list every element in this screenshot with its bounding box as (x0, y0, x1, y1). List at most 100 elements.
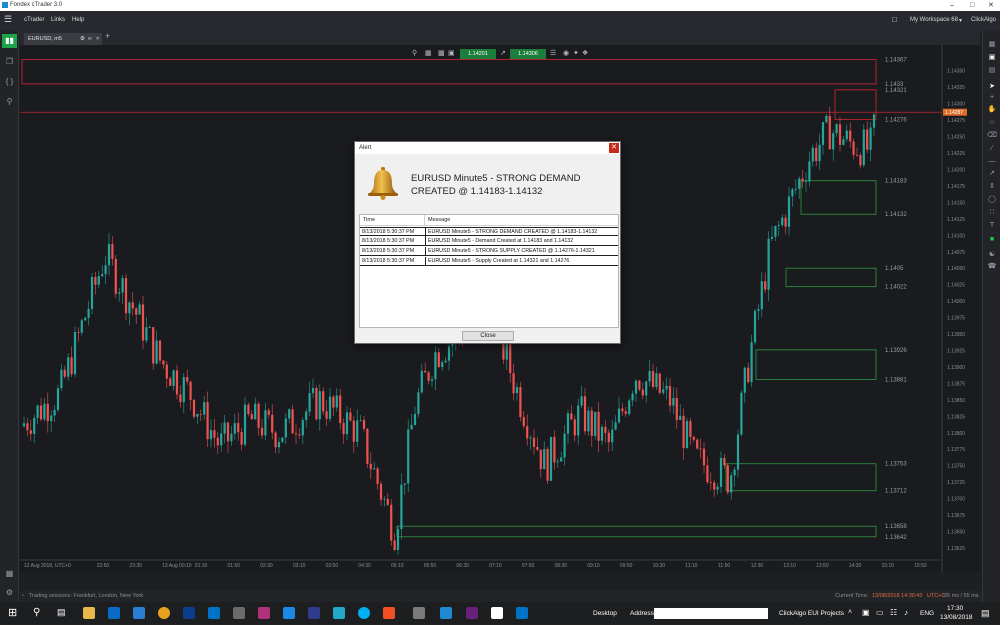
window-icon[interactable]: ▣ (986, 52, 998, 63)
app-icon-1[interactable] (233, 607, 245, 619)
table-row[interactable]: 8/13/2018 5:30:37 PM EURUSD Minute5 - ST… (360, 227, 618, 237)
camera-icon[interactable]: ◉ (563, 49, 569, 57)
chart-type-icon[interactable]: ▩ (438, 49, 445, 57)
maximize-icon[interactable]: □ (970, 0, 974, 11)
clock-date[interactable]: 13/08/2018 (940, 614, 973, 621)
crosshair-icon[interactable]: ❖ (582, 49, 588, 57)
chrome-icon[interactable] (158, 607, 170, 619)
new-tab-plus-icon[interactable]: + (105, 31, 110, 41)
fibonacci-tool-icon[interactable]: ∷ (986, 207, 998, 218)
app-icon-2[interactable] (258, 607, 270, 619)
menu-ctrader[interactable]: cTrader (24, 17, 44, 23)
tab-gear-icon[interactable]: ⚙ (80, 33, 85, 45)
app-icon-4[interactable] (383, 607, 395, 619)
line-tool-icon[interactable]: ∕ (986, 143, 998, 154)
settings-gear-icon[interactable]: ⚙ (2, 586, 17, 600)
teams-icon[interactable] (308, 607, 320, 619)
todo-icon[interactable] (283, 607, 295, 619)
app-icon-5[interactable] (413, 607, 425, 619)
windows-start-icon[interactable]: ⊞ (8, 606, 17, 619)
hamburger-icon[interactable]: ☰ (4, 14, 12, 25)
projects-toolbar[interactable]: ClickAlgo EUI Projects (779, 610, 844, 617)
menu-help[interactable]: Help (72, 17, 84, 23)
col-time-header[interactable]: Time (360, 215, 425, 226)
table-row[interactable]: 8/13/2018 5:30:37 PM EURUSD Minute5 - Su… (360, 257, 618, 266)
edge-icon[interactable] (108, 607, 120, 619)
address-input[interactable] (654, 608, 768, 619)
hline-tool-icon[interactable]: ― (986, 156, 998, 167)
ray-tool-icon[interactable]: ↗ (986, 168, 998, 179)
indicator-icon[interactable]: ▦ (425, 49, 432, 57)
crosshair-tool-icon[interactable]: + (986, 92, 998, 103)
user-name[interactable]: ClickAlgo (971, 17, 996, 23)
close-icon[interactable]: ✕ (988, 0, 994, 11)
zone-price-label: 1.14367 (885, 58, 907, 64)
text-tool-icon[interactable]: T (986, 220, 998, 231)
zoom-icon[interactable]: ⚲ (412, 49, 417, 57)
chat-icon[interactable]: □ (892, 15, 897, 24)
list-icon[interactable]: ☰ (550, 49, 556, 57)
wifi-icon[interactable]: ☷ (890, 608, 897, 617)
cursor-icon[interactable]: ➤ (986, 81, 998, 92)
outlook-icon[interactable] (208, 607, 220, 619)
copy-icon[interactable]: ❐ (2, 55, 17, 69)
word-icon[interactable] (133, 607, 145, 619)
task-view-icon[interactable]: ▤ (57, 607, 66, 618)
trade-icon[interactable]: ▮▮ (2, 34, 17, 48)
period-icon[interactable]: ▣ (448, 49, 455, 57)
minimize-icon[interactable]: – (950, 0, 954, 11)
alert-close-icon[interactable]: ✕ (609, 143, 619, 153)
search-icon[interactable]: ⚲ (33, 607, 40, 618)
photoshop-icon[interactable] (183, 607, 195, 619)
table-row[interactable]: 8/13/2018 5:30:37 PM EURUSD Minute5 - ST… (360, 247, 618, 256)
menu-links[interactable]: Links (51, 17, 65, 23)
network-icon[interactable]: ▣ (862, 608, 870, 617)
bolt-icon[interactable]: ✦ (573, 49, 579, 57)
notification-icon[interactable]: ▤ (981, 608, 990, 619)
ellipse-tool-icon[interactable]: ◯ (986, 194, 998, 205)
panel-icon[interactable]: ▤ (986, 65, 998, 76)
clock-time[interactable]: 17:30 (947, 605, 963, 612)
table-row[interactable]: 8/13/2018 5:30:37 PM EURUSD Minute5 - De… (360, 237, 618, 246)
ctrader-taskbar-icon[interactable] (440, 607, 452, 619)
magnet-icon[interactable]: ↗ (500, 49, 506, 57)
buy-price-button[interactable]: 1.14306 (510, 49, 546, 59)
search-analyze-icon[interactable]: ⚲ (2, 95, 17, 109)
skype-icon[interactable] (358, 607, 370, 619)
candle-bull (230, 433, 233, 442)
col-message-header[interactable]: Message (425, 215, 618, 226)
lock-icon[interactable]: ☯ (986, 249, 998, 260)
battery-icon[interactable]: ▭ (876, 608, 884, 617)
candle-bull (736, 434, 740, 470)
chevron-up-icon[interactable]: ˄ (848, 609, 852, 616)
tab-unlink-icon[interactable]: ∞ (88, 33, 92, 45)
candle-bear (621, 408, 624, 412)
volume-icon[interactable]: ♪ (904, 608, 908, 617)
hand-icon[interactable]: ✋ (986, 104, 998, 115)
tab-eurusd-m5[interactable]: EURUSD, m5 ⚙ ∞ × (24, 33, 102, 45)
trash-icon[interactable]: ⌫ (986, 130, 998, 141)
magnet-tool-icon[interactable]: ∩ (986, 117, 998, 128)
app-icon-6[interactable] (491, 607, 503, 619)
close-button[interactable]: Close (462, 331, 514, 341)
color-swatch-icon[interactable]: ■ (986, 234, 998, 245)
sell-price-button[interactable]: 1.14201 (460, 49, 496, 59)
candle-bull (407, 429, 410, 484)
tab-close-icon[interactable]: × (96, 33, 99, 45)
outlook-icon-2[interactable] (516, 607, 528, 619)
app-icon-3[interactable] (333, 607, 345, 619)
desktop-toolbar[interactable]: Desktop (593, 610, 617, 617)
language-indicator[interactable]: ENG (920, 610, 934, 617)
channel-tool-icon[interactable]: ⇕ (986, 181, 998, 192)
account-icon[interactable]: ▦ (2, 567, 17, 581)
candle-bull (760, 281, 763, 310)
code-icon[interactable]: { } (2, 75, 17, 89)
bell-alert-icon[interactable]: ☎ (986, 261, 998, 272)
workspace-select[interactable]: My Workspace 68 (910, 17, 958, 23)
alert-messages-grid[interactable]: Time Message 8/13/2018 5:30:37 PM EURUSD… (359, 214, 619, 328)
layout-grid-icon[interactable]: ▦ (986, 39, 998, 50)
demand-zone (725, 463, 877, 492)
chevron-down-icon[interactable]: ▾ (959, 17, 962, 24)
visual-studio-icon[interactable] (466, 607, 478, 619)
file-explorer-icon[interactable] (83, 607, 95, 619)
